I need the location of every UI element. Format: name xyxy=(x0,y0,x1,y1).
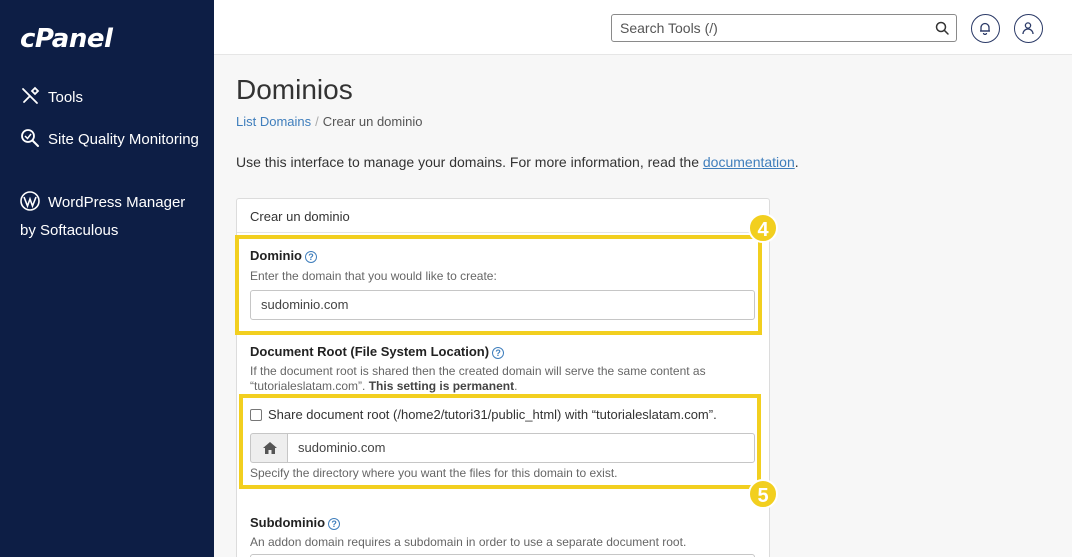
breadcrumb-separator: / xyxy=(315,114,319,129)
breadcrumb-current: Crear un dominio xyxy=(322,114,423,129)
highlight-box-docroot xyxy=(239,394,761,489)
document-root-label-text: Document Root (File System Location) xyxy=(250,344,490,359)
panel-title: Crear un dominio xyxy=(237,199,769,233)
document-root-hint-line1: If the document root is shared then the … xyxy=(250,364,706,378)
wordpress-icon xyxy=(20,191,40,211)
notifications-button[interactable] xyxy=(971,14,1000,43)
sidebar-item-wordpress[interactable]: WordPress Manager by Softaculous xyxy=(20,189,200,245)
top-header xyxy=(214,0,1072,55)
document-root-hint-end: . xyxy=(514,379,518,393)
step-badge-4: 4 xyxy=(748,213,778,243)
step-badge-5: 5 xyxy=(748,479,778,509)
breadcrumb: List Domains / Crear un dominio xyxy=(236,114,422,129)
intro-sentence: Use this interface to manage your domain… xyxy=(236,154,703,170)
document-root-label: Document Root (File System Location)? xyxy=(250,344,505,359)
sidebar-item-tools[interactable]: Tools xyxy=(20,84,83,112)
sidebar-item-label: WordPress Manager by Softaculous xyxy=(20,194,186,239)
sidebar: cPanel Tools Site Quality Monitoring Wor… xyxy=(0,0,214,557)
search-icon[interactable] xyxy=(934,20,950,36)
tools-icon xyxy=(22,86,40,104)
breadcrumb-list-domains-link[interactable]: List Domains xyxy=(236,114,311,129)
help-icon[interactable]: ? xyxy=(328,518,341,530)
cpanel-logo[interactable]: cPanel xyxy=(20,24,113,54)
search-box xyxy=(611,14,957,42)
bell-icon xyxy=(980,22,990,35)
page-title: Dominios xyxy=(236,74,353,105)
help-icon[interactable]: ? xyxy=(492,347,505,359)
highlight-box-domain xyxy=(235,235,762,335)
intro-text: Use this interface to manage your domain… xyxy=(236,154,799,170)
search-input[interactable] xyxy=(612,15,922,41)
sidebar-item-site-quality[interactable]: Site Quality Monitoring xyxy=(20,126,200,154)
document-root-hint: If the document root is shared then the … xyxy=(250,364,750,394)
subdomain-hint: An addon domain requires a subdomain in … xyxy=(250,535,687,549)
user-icon xyxy=(1022,22,1034,35)
documentation-link[interactable]: documentation xyxy=(703,154,795,170)
intro-end: . xyxy=(794,154,799,170)
document-root-hint-line2: “tutorialeslatam.com”. xyxy=(250,379,369,393)
sidebar-item-label: Tools xyxy=(48,89,84,106)
subdomain-label-text: Subdominio xyxy=(250,515,326,530)
sidebar-item-label: Site Quality Monitoring xyxy=(48,131,199,148)
site-quality-icon xyxy=(21,129,39,147)
user-menu-button[interactable] xyxy=(1014,14,1043,43)
document-root-hint-bold: This setting is permanent xyxy=(368,379,515,393)
subdomain-label: Subdominio? xyxy=(250,515,341,530)
